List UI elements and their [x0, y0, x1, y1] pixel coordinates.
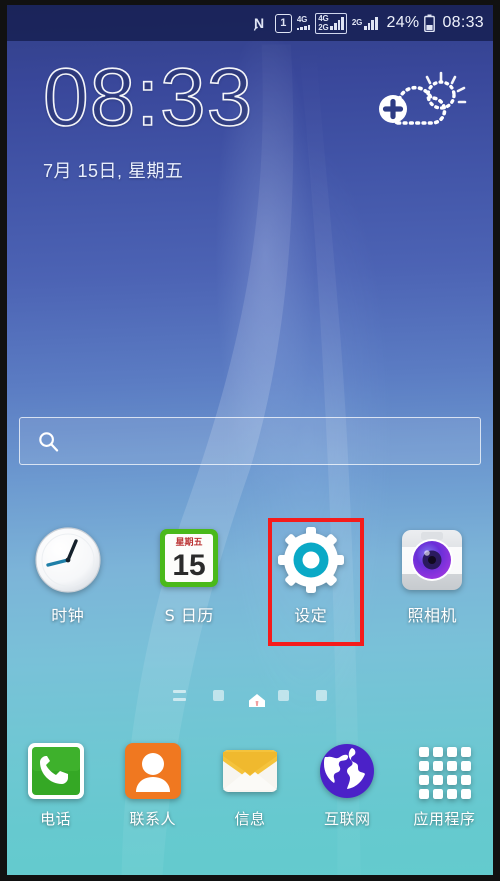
camera-app-icon — [397, 525, 467, 595]
internet-browser-icon — [316, 740, 378, 802]
calendar-app-icon: 星期五 15 — [154, 525, 224, 595]
page-dot[interactable] — [316, 689, 327, 701]
sim-card-indicator: 1 — [274, 13, 292, 33]
add-weather-icon[interactable] — [375, 71, 475, 137]
dock-item-internet[interactable]: 互联网 — [299, 740, 396, 850]
dock-label: 联系人 — [129, 810, 177, 828]
page-indicators[interactable] — [7, 685, 493, 707]
battery-icon — [424, 14, 436, 32]
dock-item-phone[interactable]: 电话 — [7, 740, 104, 850]
phone-screen: N 1 4G 4G 2G 2G 24% 08:33 08:33 7月 15日, … — [0, 0, 500, 881]
clock-widget-date: 7月 15日, 星期五 — [43, 161, 184, 181]
clock-widget-time: 08:33 — [42, 52, 254, 143]
home-app-row: 时钟 星期五 15 S 日历 设定 照相机 — [7, 525, 493, 645]
sim2-bars — [330, 16, 344, 30]
page-dot[interactable] — [278, 689, 289, 701]
dock-label: 信息 — [234, 810, 266, 828]
app-icon-settings[interactable]: 设定 — [250, 525, 372, 645]
sim-badge-number: 1 — [274, 13, 292, 33]
search-input[interactable] — [59, 431, 480, 451]
dock-row: 电话 联系人 信息 互联网 应用程序 — [7, 740, 493, 850]
nfc-icon: N — [253, 14, 270, 32]
calendar-weekday-text: 星期五 — [176, 536, 203, 548]
page-dot[interactable] — [213, 689, 224, 701]
status-bar-clock: 08:33 — [442, 14, 484, 31]
clock-widget[interactable]: 08:33 7月 15日, 星期五 — [42, 52, 254, 183]
search-bar[interactable] — [19, 417, 481, 465]
dock-label: 电话 — [40, 810, 72, 828]
clock-app-icon — [33, 525, 103, 595]
app-icon-calendar[interactable]: 星期五 15 S 日历 — [129, 525, 251, 645]
app-label: 时钟 — [51, 606, 85, 625]
sim3-signal-indicator: 2G — [351, 16, 378, 30]
app-label: S 日历 — [164, 606, 214, 625]
sim1-signal-indicator: 4G — [296, 15, 311, 30]
calendar-day-text: 15 — [173, 549, 206, 582]
dock-item-messages[interactable]: 信息 — [201, 740, 298, 850]
apps-grid-icon — [413, 740, 475, 802]
dock-label: 应用程序 — [413, 810, 476, 828]
sim1-network-label: 4G — [296, 15, 308, 24]
settings-gear-icon — [276, 525, 346, 595]
dock-item-apps[interactable]: 应用程序 — [396, 740, 493, 850]
phone-app-icon — [25, 740, 87, 802]
search-icon — [38, 431, 59, 452]
contacts-app-icon — [122, 740, 184, 802]
dock-label: 互联网 — [323, 810, 371, 828]
app-label: 设定 — [294, 606, 328, 625]
sim3-network-label: 2G — [351, 18, 363, 27]
battery-percent: 24% — [386, 14, 420, 31]
dock-item-contacts[interactable]: 联系人 — [104, 740, 201, 850]
messages-app-icon — [219, 740, 281, 802]
sim2-signal-indicator: 4G 2G — [315, 12, 347, 34]
app-icon-camera[interactable]: 照相机 — [372, 525, 494, 645]
sim2-network-label-bottom: 2G — [318, 22, 329, 32]
sim1-bars — [296, 25, 311, 30]
app-icon-clock[interactable]: 时钟 — [7, 525, 129, 645]
sim2-network-label-top: 4G — [318, 13, 329, 23]
status-bar[interactable]: N 1 4G 4G 2G 2G 24% 08:33 — [7, 5, 493, 41]
app-label: 照相机 — [407, 606, 457, 625]
list-page-icon[interactable] — [173, 689, 186, 701]
sim3-bars — [364, 16, 378, 30]
